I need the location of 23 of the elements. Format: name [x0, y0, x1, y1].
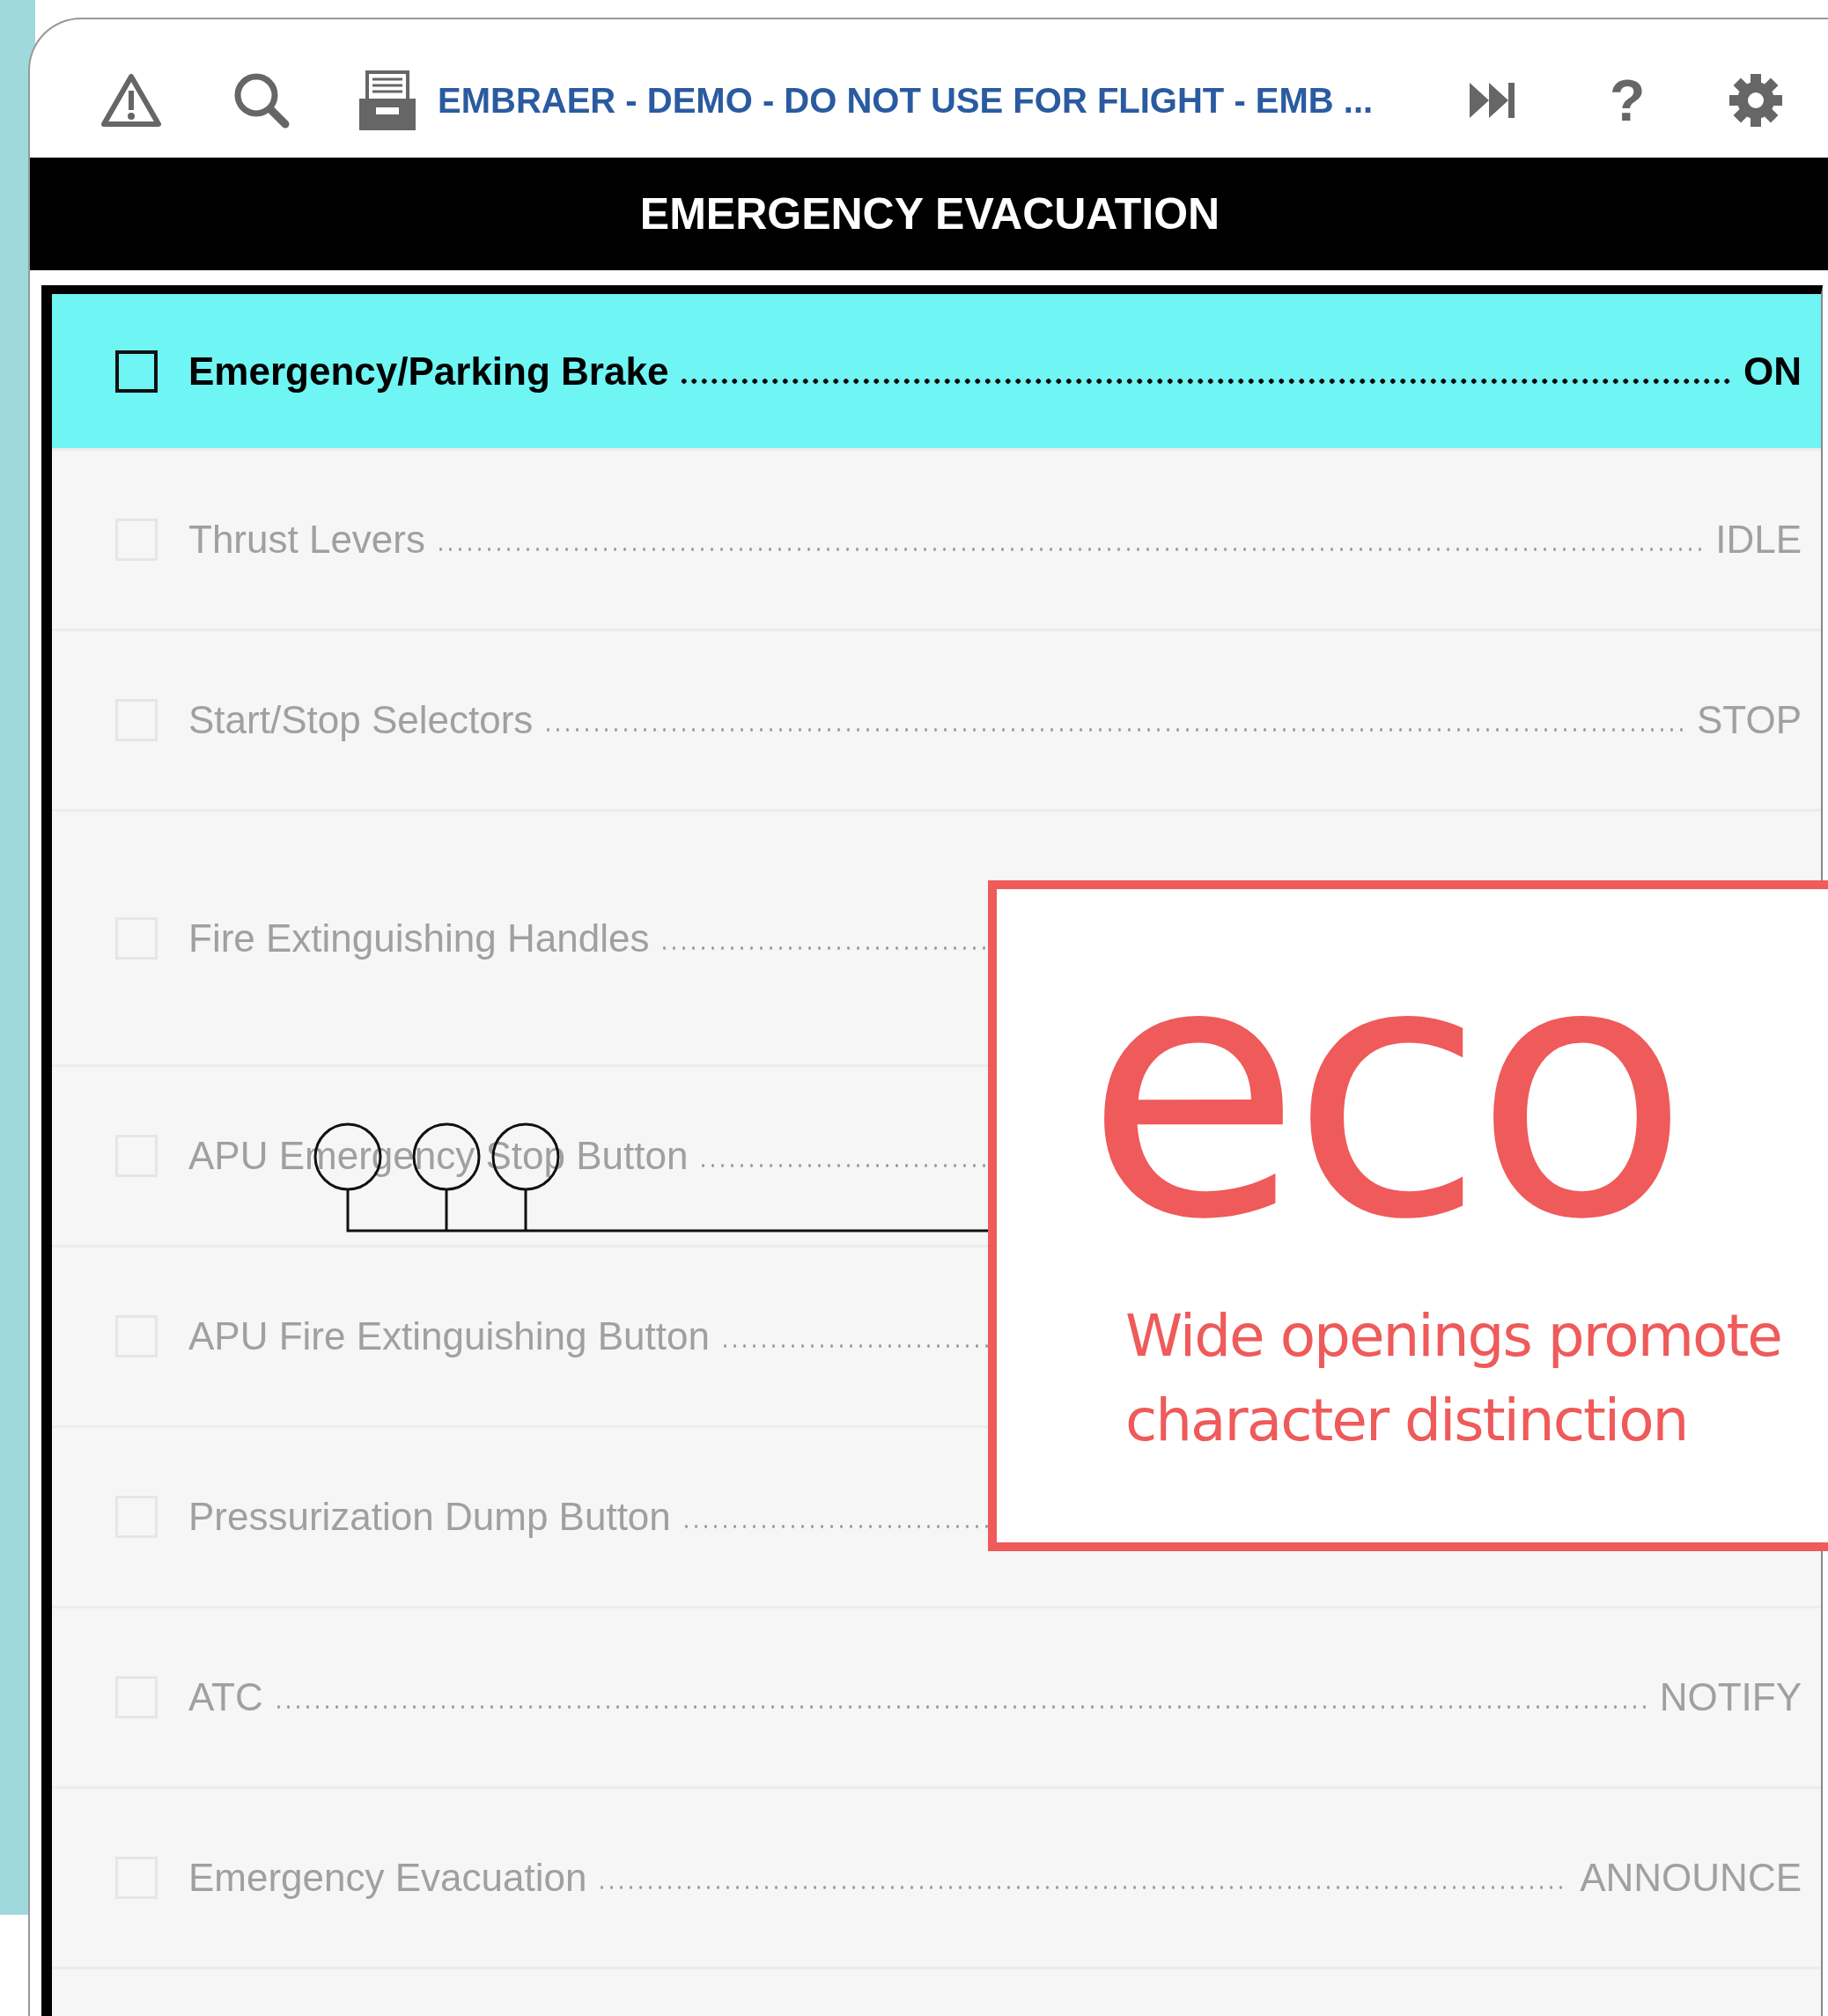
- item-label[interactable]: Pressurization Dump Button: [188, 1495, 671, 1539]
- item-label[interactable]: Fire Extinguishing Handles: [188, 916, 650, 960]
- item-label[interactable]: APU Fire Extinguishing Button: [188, 1314, 710, 1358]
- caption: Wide openings promote character distinction: [1125, 1301, 1781, 1456]
- help-button[interactable]: ?: [1601, 70, 1655, 129]
- item-label[interactable]: Emergency/Parking Brake: [188, 349, 669, 394]
- item-value: ANNOUNCE: [1580, 1856, 1802, 1900]
- item-value: NOTIFY: [1659, 1675, 1802, 1719]
- checkbox[interactable]: [115, 349, 158, 393]
- warning-icon[interactable]: [100, 72, 162, 128]
- settings-icon[interactable]: [1728, 72, 1784, 128]
- highlighted-row[interactable]: Emergency/Parking Brake ON: [52, 294, 1821, 451]
- document-title: EMBRAER - DEMO - DO NOT USE FOR FLIGHT - EMB ...: [438, 79, 1375, 121]
- sample-text: eco: [1085, 886, 1679, 1298]
- item-value: STOP: [1697, 698, 1802, 742]
- item-label[interactable]: Start/Stop Selectors: [188, 698, 534, 742]
- checklist-title: EMERGENCY EVACUATION: [638, 188, 1221, 240]
- item-label[interactable]: Emergency Evacuation: [188, 1856, 587, 1900]
- item-label[interactable]: ATC: [188, 1675, 263, 1719]
- item-label[interactable]: Thrust Levers: [188, 518, 425, 562]
- item-value: ON: [1743, 349, 1802, 394]
- item-value: IDLE: [1715, 518, 1802, 562]
- archive-icon[interactable]: [357, 68, 418, 132]
